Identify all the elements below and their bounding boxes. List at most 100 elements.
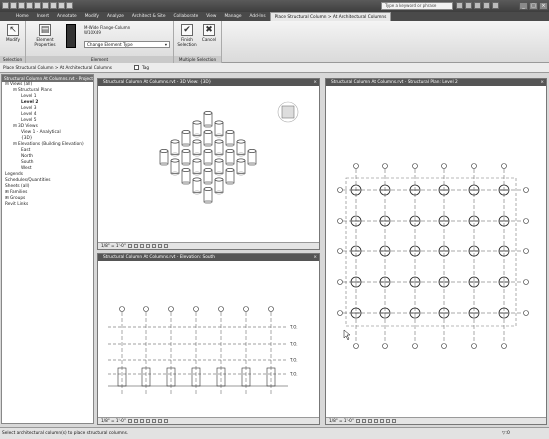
- close-icon[interactable]: ×: [540, 79, 544, 86]
- column-top: [225, 168, 235, 172]
- tab-manage[interactable]: Manage: [220, 12, 245, 21]
- view-elevation-title: Structural Column At Columns.rvt - Eleva…: [98, 254, 319, 261]
- type-name: M-Wide Flange-Column W10X49: [84, 25, 164, 35]
- column-top: [214, 177, 224, 182]
- quick-access-toolbar: [2, 2, 73, 10]
- grid-bubble: [523, 310, 529, 316]
- grid-bubble: [193, 306, 199, 312]
- view-scale[interactable]: 1/8" = 1'-0": [101, 243, 126, 248]
- panel-selection-label: Selection: [0, 56, 25, 63]
- subscription-icon[interactable]: [465, 2, 472, 9]
- column-elevation: [191, 367, 201, 387]
- maximize-button[interactable]: □: [529, 2, 538, 10]
- column-elevation: [166, 367, 176, 387]
- browser-item[interactable]: Revit Links: [2, 202, 93, 208]
- favorites-icon[interactable]: [483, 2, 490, 9]
- grid-bubble: [501, 343, 507, 349]
- search-input[interactable]: Type a keyword or phrase: [381, 2, 453, 10]
- type-preview-icon: [66, 24, 76, 48]
- column-top: [203, 111, 213, 115]
- grid-bubble: [523, 279, 529, 285]
- close-icon[interactable]: ×: [313, 254, 317, 261]
- tab-add-ins[interactable]: Add-Ins: [246, 12, 270, 21]
- cancel-button[interactable]: ✖ Cancel: [198, 24, 220, 42]
- column-top: [247, 149, 257, 153]
- minimize-button[interactable]: _: [519, 2, 528, 10]
- finish-label: Finish Selection: [177, 37, 197, 47]
- column-top: [181, 168, 191, 172]
- tab-modify[interactable]: Modify: [81, 12, 103, 21]
- view-elevation-south[interactable]: Structural Column At Columns.rvt - Eleva…: [97, 253, 320, 425]
- column-top: [192, 158, 202, 163]
- project-browser: Structural Column At Columns.rvt - Proje…: [1, 74, 94, 424]
- close-button[interactable]: ×: [539, 2, 548, 10]
- text-icon[interactable]: [58, 2, 65, 9]
- view-control-bar: 1/8" = 1'-0": [326, 417, 546, 424]
- panel-multiple-selection: ✔ Finish Selection ✖ Cancel Multiple Sel…: [174, 21, 222, 63]
- undo-icon[interactable]: [26, 2, 33, 9]
- open-icon[interactable]: [10, 2, 17, 9]
- tab-analyze[interactable]: Analyze: [103, 12, 128, 21]
- redo-icon[interactable]: [34, 2, 41, 9]
- view-3d-canvas[interactable]: [98, 86, 319, 242]
- close-icon[interactable]: ×: [313, 79, 317, 86]
- tab-insert[interactable]: Insert: [33, 12, 53, 21]
- grid-bubble: [523, 218, 529, 224]
- app-menu-icon[interactable]: [2, 2, 9, 9]
- column-top: [181, 130, 191, 134]
- grid-bubble: [471, 343, 477, 349]
- tab-collaborate[interactable]: Collaborate: [170, 12, 203, 21]
- column-elevation: [141, 367, 151, 387]
- column-top: [203, 168, 213, 172]
- column-elevation: [241, 367, 251, 387]
- panel-element-label: Element: [26, 56, 173, 63]
- column-top: [214, 120, 224, 125]
- browser-item[interactable]: ⊟ Elevations (Building Elevation): [2, 142, 93, 148]
- column-top: [203, 130, 213, 134]
- grid-bubble: [119, 306, 125, 312]
- cursor-icon: ↖: [7, 24, 19, 36]
- grid-bubble: [471, 163, 477, 169]
- save-icon[interactable]: [18, 2, 25, 9]
- sync-icon[interactable]: [42, 2, 49, 9]
- view-plan-level-2[interactable]: Structural Column At Columns.rvt - Struc…: [325, 78, 547, 425]
- view-control-bar: 1/8" = 1'-0": [98, 242, 319, 249]
- measure-icon[interactable]: [50, 2, 57, 9]
- modify-button[interactable]: ↖ Modify: [2, 24, 24, 42]
- plan-boundary: [345, 177, 517, 327]
- grid-bubble: [218, 306, 224, 312]
- communication-icon[interactable]: [474, 2, 481, 9]
- change-type-label: Change Element Type: [87, 42, 133, 47]
- selection-filter[interactable]: ▽:0: [502, 428, 510, 439]
- tab-architect-site[interactable]: Architect & Site: [128, 12, 170, 21]
- view-elevation-canvas[interactable]: T.O. T.O. T.O. T.O.: [98, 261, 319, 417]
- finish-selection-button[interactable]: ✔ Finish Selection: [176, 24, 198, 47]
- search-icon[interactable]: [456, 2, 463, 9]
- view-scale[interactable]: 1/8" = 1'-0": [101, 418, 126, 423]
- grid-bubble: [353, 163, 359, 169]
- properties-icon: ▤: [39, 24, 51, 36]
- column-top: [225, 149, 235, 153]
- column-top: [214, 158, 224, 163]
- status-bar: Select architectural column(s) to place …: [0, 427, 549, 439]
- view-3d-title-text: Structural Column At Columns.rvt - 3D Vi…: [103, 80, 212, 85]
- grid-bubble: [382, 163, 388, 169]
- view-plan-canvas[interactable]: [326, 86, 546, 417]
- view-3d[interactable]: Structural Column At Columns.rvt - 3D Vi…: [97, 78, 320, 250]
- tab-home[interactable]: Home: [12, 12, 33, 21]
- column-top: [203, 187, 213, 191]
- tag-checkbox[interactable]: [134, 65, 139, 70]
- column-elevation: [266, 367, 276, 387]
- tab-annotate[interactable]: Annotate: [53, 12, 81, 21]
- project-browser-title: Structural Column At Columns.rvt - Proje…: [2, 75, 93, 82]
- element-properties-button[interactable]: ▤ Element Properties: [29, 24, 61, 47]
- window-controls: _ □ ×: [519, 2, 548, 10]
- view-scale[interactable]: 1/8" = 1'-0": [329, 418, 354, 423]
- grid-bubble: [523, 248, 529, 254]
- ribbon-tabs: Home Insert Annotate Modify Analyze Arch…: [0, 12, 549, 21]
- tab-place-structural-column[interactable]: Place Structural Column > At Architectur…: [269, 12, 392, 21]
- tab-view[interactable]: View: [202, 12, 220, 21]
- 3d-view-icon[interactable]: [66, 2, 73, 9]
- change-element-type-select[interactable]: Change Element Type ▾: [84, 41, 170, 48]
- help-icon[interactable]: [492, 2, 499, 9]
